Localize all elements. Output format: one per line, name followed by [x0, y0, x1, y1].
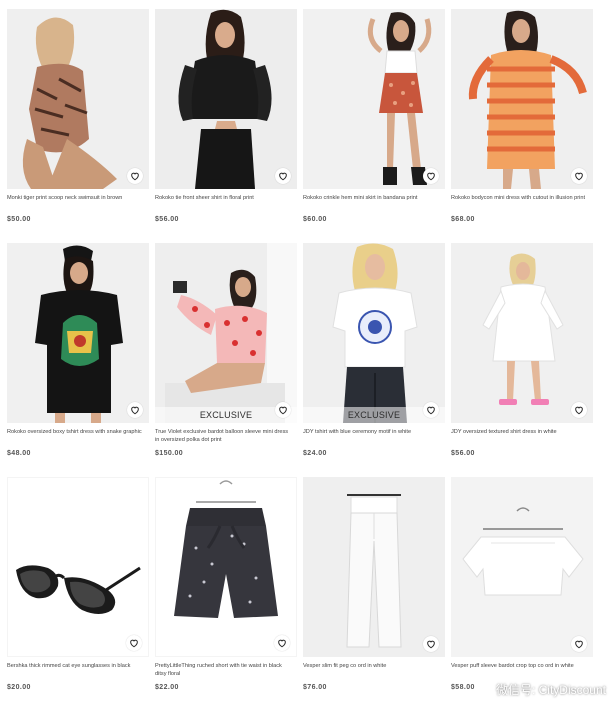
wishlist-heart-icon[interactable]: [423, 168, 439, 184]
wechat-watermark: 微信号: CityDiscount: [474, 681, 606, 698]
product-price: $24.00: [303, 450, 327, 457]
product-grid: Monki tiger print scoop neck swimsuit in…: [7, 9, 593, 706]
product-card[interactable]: EXCLUSIVE True Violet exclusive bardot b…: [155, 243, 297, 475]
product-image[interactable]: [7, 477, 149, 657]
wechat-icon: [474, 682, 492, 697]
product-image[interactable]: EXCLUSIVE: [303, 243, 445, 423]
product-card[interactable]: Rokoko tie front sheer shirt in floral p…: [155, 9, 297, 241]
product-image[interactable]: [7, 9, 149, 189]
product-price: $50.00: [7, 216, 31, 223]
wishlist-heart-icon[interactable]: [571, 168, 587, 184]
product-image[interactable]: [7, 243, 149, 423]
product-image[interactable]: [451, 9, 593, 189]
wishlist-heart-icon[interactable]: [274, 635, 290, 651]
wishlist-heart-icon[interactable]: [275, 402, 291, 418]
product-price: $56.00: [451, 450, 475, 457]
product-price: $76.00: [303, 684, 327, 691]
product-card[interactable]: Vesper puff sleeve bardot crop top co or…: [451, 477, 593, 706]
product-title[interactable]: JDY oversized textured shirt dress in wh…: [451, 428, 593, 446]
product-card[interactable]: Rokoko oversized boxy tshirt dress with …: [7, 243, 149, 475]
product-title[interactable]: PrettyLittleThing ruched short with tie …: [155, 662, 297, 680]
product-title[interactable]: True Violet exclusive bardot balloon sle…: [155, 428, 297, 446]
wishlist-heart-icon[interactable]: [423, 636, 439, 652]
wishlist-heart-icon[interactable]: [423, 402, 439, 418]
product-card[interactable]: Vesper slim fit peg co ord in white $76.…: [303, 477, 445, 706]
product-image[interactable]: [303, 477, 445, 657]
product-price: $56.00: [155, 216, 179, 223]
product-card[interactable]: Rokoko crinkle hem mini skirt in bandana…: [303, 9, 445, 241]
product-image[interactable]: [451, 477, 593, 657]
product-card[interactable]: Rokoko bodycon mini dress with cutout in…: [451, 9, 593, 241]
product-card[interactable]: Monki tiger print scoop neck swimsuit in…: [7, 9, 149, 241]
wishlist-heart-icon[interactable]: [571, 636, 587, 652]
wishlist-heart-icon[interactable]: [275, 168, 291, 184]
product-title[interactable]: JDY tshirt with blue ceremony motif in w…: [303, 428, 445, 446]
product-title[interactable]: Rokoko crinkle hem mini skirt in bandana…: [303, 194, 445, 212]
product-title[interactable]: Rokoko tie front sheer shirt in floral p…: [155, 194, 297, 212]
product-price: $68.00: [451, 216, 475, 223]
product-price: $22.00: [155, 684, 179, 691]
wishlist-heart-icon[interactable]: [126, 635, 142, 651]
product-title[interactable]: Rokoko bodycon mini dress with cutout in…: [451, 194, 593, 212]
product-price: $60.00: [303, 216, 327, 223]
wishlist-heart-icon[interactable]: [127, 168, 143, 184]
product-image[interactable]: EXCLUSIVE: [155, 243, 297, 423]
product-card[interactable]: Bershka thick rimmed cat eye sunglasses …: [7, 477, 149, 706]
wishlist-heart-icon[interactable]: [127, 402, 143, 418]
product-price: $150.00: [155, 450, 184, 457]
product-card[interactable]: PrettyLittleThing ruched short with tie …: [155, 477, 297, 706]
product-image[interactable]: [451, 243, 593, 423]
product-title[interactable]: Bershka thick rimmed cat eye sunglasses …: [7, 662, 149, 680]
product-card[interactable]: EXCLUSIVE JDY tshirt with blue ceremony …: [303, 243, 445, 475]
product-price: $48.00: [7, 450, 31, 457]
product-image[interactable]: [155, 9, 297, 189]
product-image[interactable]: [303, 9, 445, 189]
product-card[interactable]: JDY oversized textured shirt dress in wh…: [451, 243, 593, 475]
product-price: $20.00: [7, 684, 31, 691]
product-title[interactable]: Vesper puff sleeve bardot crop top co or…: [451, 662, 593, 680]
product-image[interactable]: [155, 477, 297, 657]
product-title[interactable]: Vesper slim fit peg co ord in white: [303, 662, 445, 680]
wishlist-heart-icon[interactable]: [571, 402, 587, 418]
product-title[interactable]: Rokoko oversized boxy tshirt dress with …: [7, 428, 149, 446]
watermark-text: 微信号: CityDiscount: [495, 683, 606, 697]
product-title[interactable]: Monki tiger print scoop neck swimsuit in…: [7, 194, 149, 212]
